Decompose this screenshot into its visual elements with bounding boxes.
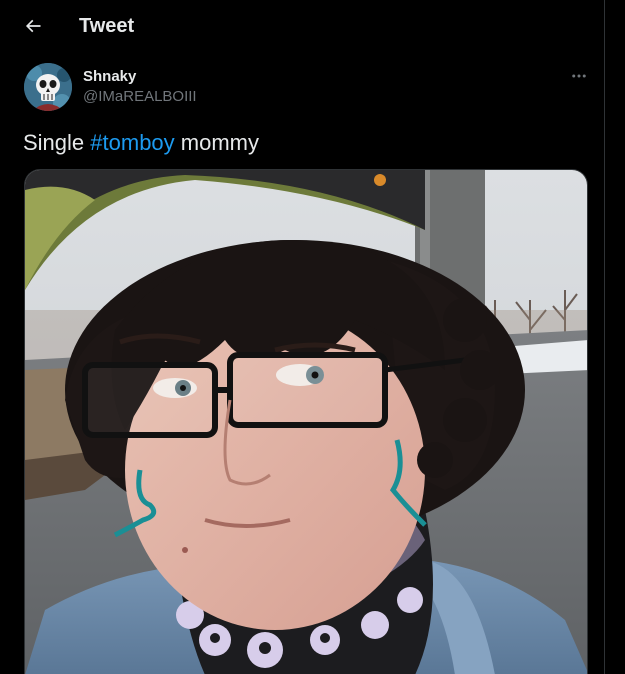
tweet-text: Single #tomboy mommy xyxy=(23,129,259,157)
tweet-media-photo[interactable] xyxy=(24,169,588,674)
scrollbar-track[interactable] xyxy=(606,0,625,674)
author-display-name[interactable]: Shnaky xyxy=(83,68,136,86)
skull-avatar-icon xyxy=(24,63,72,111)
author-handle[interactable]: @IMaREALBOIII xyxy=(83,88,197,106)
avatar[interactable] xyxy=(24,63,72,111)
hashtag-link[interactable]: #tomboy xyxy=(90,130,174,155)
selfie-photo-image xyxy=(25,170,587,674)
tweet-column: Tweet Shnaky @IMaREALBOIII Single #tombo… xyxy=(0,0,605,674)
back-button[interactable] xyxy=(16,9,50,43)
arrow-left-icon xyxy=(25,19,41,33)
page-header: Tweet xyxy=(0,0,604,53)
tweet-text-after: mommy xyxy=(174,130,259,155)
tweet-text-before: Single xyxy=(23,130,91,155)
more-horizontal-icon xyxy=(572,74,586,78)
more-options-button[interactable] xyxy=(562,64,596,88)
page-title: Tweet xyxy=(79,15,135,37)
